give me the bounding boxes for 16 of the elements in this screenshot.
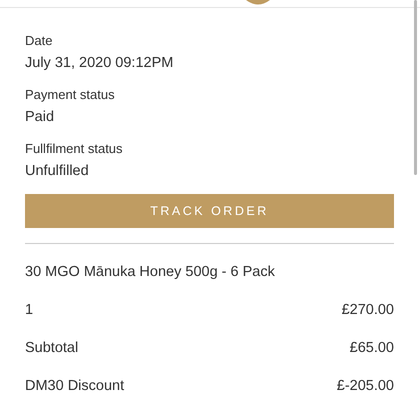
field-value: July 31, 2020 09:12PM — [25, 54, 174, 73]
track-order-button[interactable]: TRACK ORDER — [25, 194, 394, 228]
product-name: 30 MGO Mānuka Honey 500g - 6 Pack — [25, 263, 276, 282]
line-amount: £-205.00 — [336, 377, 394, 396]
line-label: Subtotal — [25, 339, 78, 358]
line-label: DM30 Discount — [25, 377, 124, 396]
scrollbar[interactable] — [414, 0, 417, 175]
line-amount: £270.00 — [342, 301, 394, 320]
logo-icon — [246, 0, 270, 5]
field-label: Payment status — [25, 86, 116, 104]
line-label: 1 — [25, 301, 34, 320]
field-value: Paid — [25, 108, 56, 127]
line-amount: £65.00 — [350, 339, 394, 358]
field-label: Fullfilment status — [25, 140, 124, 158]
field-label: Date — [25, 32, 54, 50]
field-value: Unfulfilled — [25, 162, 90, 181]
